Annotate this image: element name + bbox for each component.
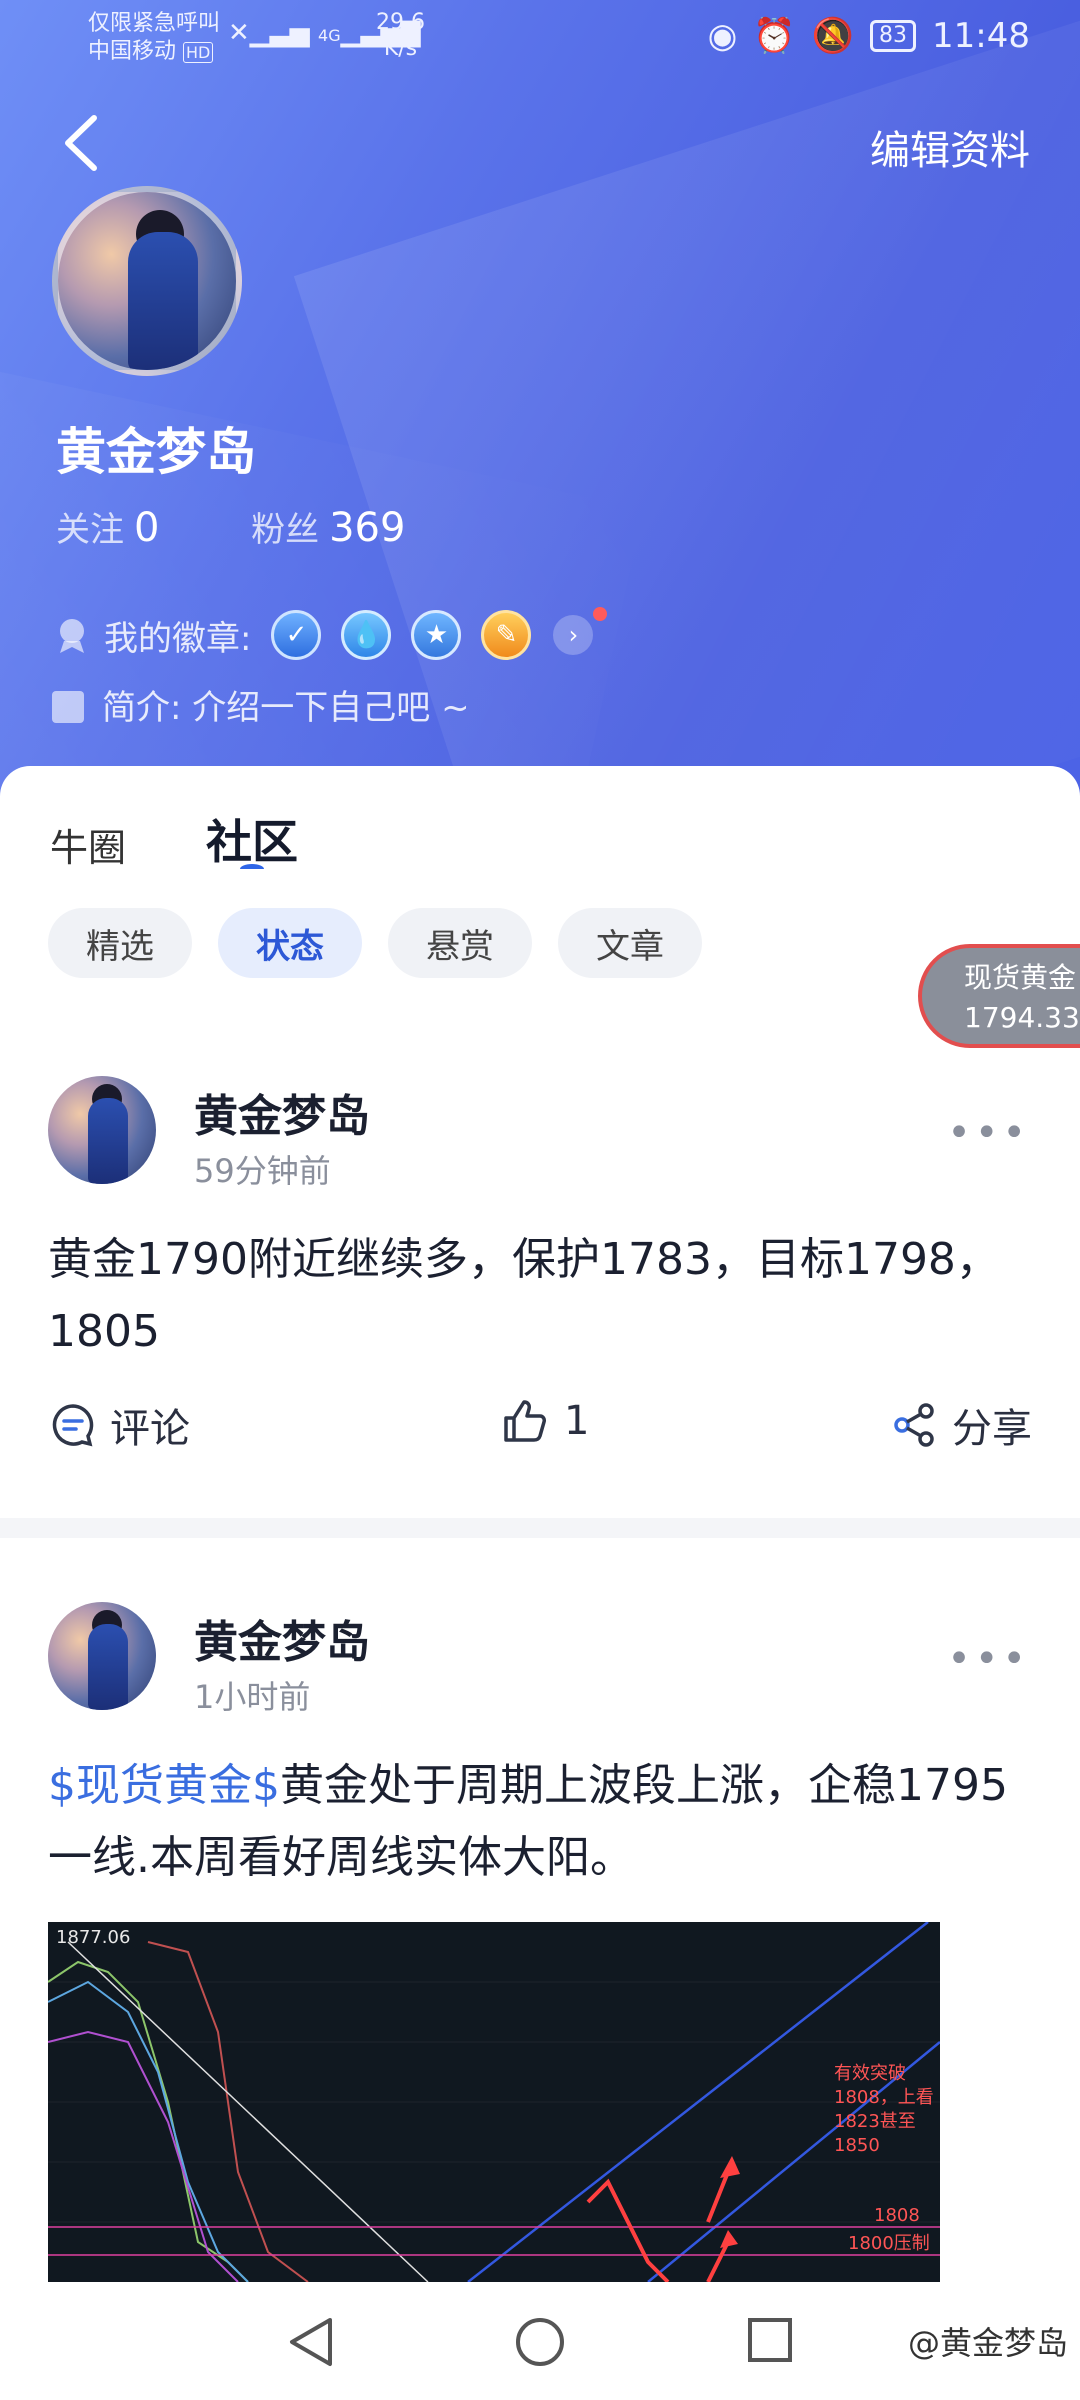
tab-community-label: 社区 [206,815,299,869]
share-button[interactable]: 分享 [890,1396,1032,1454]
chart-label: 1850 [834,2135,880,2156]
more-icon[interactable]: ••• [947,1636,1030,1682]
followers-label: 粉丝 [251,510,320,550]
chart-label: 有效突破 [834,2063,906,2084]
nav-recents-icon[interactable] [746,2316,794,2364]
avatar[interactable] [48,1602,156,1710]
star-badge-icon: ★ [411,610,462,660]
tab-indicator [240,864,265,874]
badges-row[interactable]: 我的徽章: ✓ 💧 ★ ✎ › [52,607,608,660]
shield-badge-icon: ✓ [271,610,322,660]
hd-badge: HD [183,42,214,63]
follow-stats: 关注 0 粉丝 369 [56,502,405,551]
post-text: $现货黄金$黄金处于周期上波段上涨，企稳1795一线.本周看好周线实体大阳。 [48,1750,1008,1894]
status-right: ◉ ⏰ 🔕 83 11:48 [708,16,1030,56]
badges-label: 我的徽章: [104,618,252,659]
pen-badge-icon: ✎ [481,610,532,660]
network-type: 4G [318,26,341,45]
avatar[interactable] [48,1076,156,1184]
stock-tag-link[interactable]: $现货黄金$ [48,1760,280,1811]
chip-articles[interactable]: 文章 [558,908,702,978]
net-speed-value: 29.6 [376,10,425,35]
medal-icon [60,619,84,653]
following-label: 关注 [56,510,124,550]
following-count: 0 [134,505,160,551]
status-bar: 仅限紧急呼叫 中国移动 HD ✕▁▃▅ 4G▁▃▅▇ 29.6 K/s ◉ ⏰ … [0,0,1080,80]
followers-count: 369 [329,505,406,551]
battery-icon: 83 [870,20,917,52]
nav-home-icon[interactable] [514,2316,566,2368]
post-chart-image[interactable]: 1877.06 有效突破 1808，上看 1823甚至 1850 1808 18… [48,1922,940,2282]
carrier-line1: 仅限紧急呼叫 [88,11,221,36]
carrier-line2: 中国移动 [88,39,177,64]
profile-name: 黄金梦岛 [56,423,256,481]
nav-back-icon[interactable] [286,2316,336,2368]
intro-row[interactable]: 简介: 介绍一下自己吧 ~ [52,680,470,729]
tab-bar: 牛圈 社区 [50,806,298,872]
chevron-right-icon[interactable]: › [553,607,608,655]
clock: 11:48 [932,16,1030,56]
like-count: 1 [564,1398,590,1444]
quote-name: 现货黄金 [964,961,1077,994]
chart-label: 1808 [874,2205,920,2226]
chip-featured[interactable]: 精选 [48,908,192,978]
post-time: 1小时前 [194,1678,311,1716]
back-icon[interactable] [58,112,106,174]
like-button[interactable]: 1 [500,1396,589,1446]
avatar[interactable] [52,186,242,376]
drop-badge-icon: 💧 [341,610,392,660]
price-float-widget[interactable]: 现货黄金 1794.33 [918,944,1080,1048]
watermark: @黄金梦岛 [907,2324,1068,2362]
chart-label: 1877.06 [56,1927,131,1948]
filter-chips: 精选 状态 悬赏 文章 [48,908,702,978]
candlestick-chart [48,1922,940,2282]
chip-bounty[interactable]: 悬赏 [388,908,532,978]
chart-label: 1823甚至 [834,2111,916,2132]
comment-label: 评论 [110,1406,190,1452]
chart-label: 1800压制 [848,2233,930,2254]
followers-stat[interactable]: 粉丝 369 [251,505,405,551]
edit-profile-button[interactable]: 编辑资料 [870,118,1030,176]
chip-status[interactable]: 状态 [218,908,362,978]
profile-header: 仅限紧急呼叫 中国移动 HD ✕▁▃▅ 4G▁▃▅▇ 29.6 K/s ◉ ⏰ … [0,0,1080,800]
comment-icon [52,1404,94,1447]
comment-button[interactable]: 评论 [50,1396,190,1454]
tab-community[interactable]: 社区 [206,806,298,872]
post-time: 59分钟前 [194,1152,331,1190]
alarm-icon: ⏰ [753,16,796,56]
post-author[interactable]: 黄金梦岛 [194,1606,370,1670]
chart-label: 1808，上看 [834,2087,934,2108]
section-divider [0,1518,1080,1538]
post-actions: 评论 1 分享 [0,1396,1080,1466]
share-icon [894,1403,934,1447]
post-author[interactable]: 黄金梦岛 [194,1080,370,1144]
quote-price: 1794.33 [964,1001,1080,1034]
net-speed: 29.6 K/s [376,10,425,62]
thumbs-up-icon [504,1400,546,1442]
doc-icon [52,691,84,723]
post-text: 黄金1790附近继续多，保护1783，目标1798，1805 [48,1234,1000,1357]
following-stat[interactable]: 关注 0 [56,505,159,551]
tab-niuquan[interactable]: 牛圈 [50,817,126,872]
mute-icon: 🔕 [811,16,855,56]
intro-label: 简介: [102,688,182,728]
share-label: 分享 [952,1406,1032,1452]
intro-text: 介绍一下自己吧 ~ [192,688,470,728]
eye-icon: ◉ [707,16,738,56]
more-icon[interactable]: ••• [947,1110,1030,1156]
carrier-info: 仅限紧急呼叫 中国移动 HD [88,10,220,67]
net-speed-unit: K/s [383,36,418,61]
